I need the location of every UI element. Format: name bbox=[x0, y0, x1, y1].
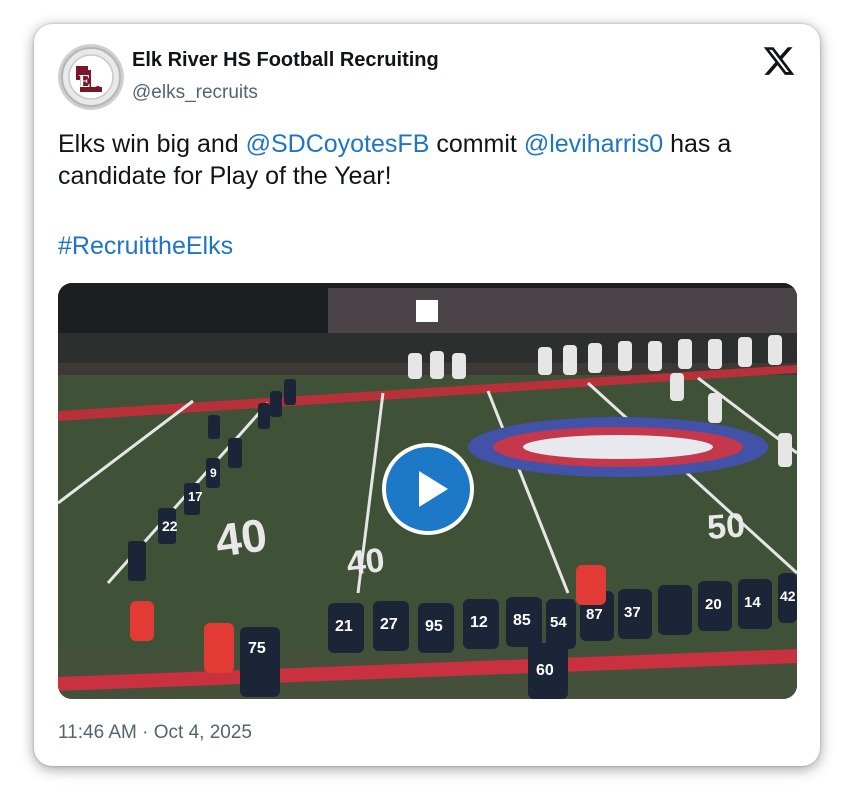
tweet-text: Elks win big and @SDCoyotesFB commit @le… bbox=[58, 128, 798, 192]
jersey-number-1: 22 bbox=[162, 518, 178, 534]
video-player[interactable]: 40 40 50 22 17 9 75 21 27 95 12 85 54 87… bbox=[58, 283, 797, 699]
x-logo-icon[interactable] bbox=[762, 44, 796, 78]
jersey-number-8: 12 bbox=[470, 614, 488, 631]
avatar[interactable]: ER bbox=[58, 44, 124, 110]
jersey-number-4: 75 bbox=[248, 640, 266, 657]
tweet-text-part2: commit bbox=[429, 130, 524, 158]
mention-sdcoyotesfb[interactable]: @SDCoyotesFB bbox=[246, 130, 430, 158]
jersey-number-12: 37 bbox=[624, 604, 641, 621]
jersey-number-13: 20 bbox=[705, 596, 722, 613]
field-number-1: 40 bbox=[212, 508, 270, 567]
jersey-number-16: 60 bbox=[536, 662, 554, 679]
play-button-inner bbox=[386, 447, 470, 531]
jersey-number-3: 9 bbox=[210, 466, 217, 480]
tweet-text-part1: Elks win big and bbox=[58, 130, 246, 158]
tweet-card[interactable]: ER Elk River HS Football Recruiting @elk… bbox=[34, 24, 820, 766]
play-button[interactable] bbox=[382, 443, 474, 535]
jersey-number-9: 85 bbox=[513, 612, 531, 629]
field-number-3: 50 bbox=[706, 506, 746, 547]
jersey-number-7: 95 bbox=[425, 618, 443, 635]
avatar-letters: ER bbox=[78, 71, 104, 91]
jersey-number-5: 21 bbox=[335, 618, 353, 635]
field-number-2: 40 bbox=[345, 541, 387, 583]
author-display-name[interactable]: Elk River HS Football Recruiting bbox=[132, 49, 439, 72]
jersey-number-14: 14 bbox=[744, 594, 761, 611]
jersey-number-6: 27 bbox=[380, 616, 398, 633]
play-icon bbox=[419, 471, 448, 507]
author-handle[interactable]: @elks_recruits bbox=[132, 82, 258, 104]
jersey-number-17: 40 bbox=[210, 642, 227, 659]
mention-leviharris0[interactable]: @leviharris0 bbox=[524, 130, 663, 158]
jersey-number-10: 54 bbox=[550, 614, 567, 631]
jersey-number-15: 42 bbox=[780, 588, 796, 604]
elk-river-logo-icon: ER bbox=[58, 44, 124, 110]
timestamp[interactable]: 11:46 AM · Oct 4, 2025 bbox=[58, 722, 252, 744]
jersey-number-11: 87 bbox=[586, 606, 603, 623]
jersey-number-2: 17 bbox=[188, 489, 202, 504]
hashtag-recruittheelks[interactable]: #RecruittheElks bbox=[58, 232, 233, 261]
